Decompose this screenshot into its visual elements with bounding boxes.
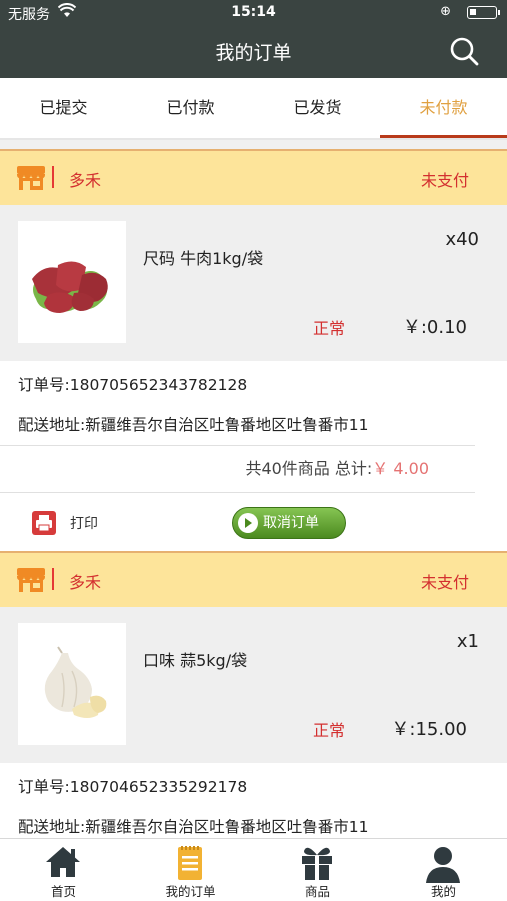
battery-icon xyxy=(467,6,500,19)
search-icon[interactable] xyxy=(449,36,479,66)
print-label[interactable]: 打印 xyxy=(70,513,98,533)
store-icon xyxy=(17,568,45,592)
order-card: 多禾 未支付 口味 蒜5kg/袋 x1 正常 ￥:15.00 订单号:18070… xyxy=(0,551,507,847)
cancel-order-button[interactable]: 取消订单 xyxy=(232,507,346,539)
arrow-right-icon xyxy=(238,513,258,533)
total-amount: ￥ 4.00 xyxy=(372,459,429,478)
order-status-tabs: 已提交 已付款 已发货 未付款 xyxy=(0,78,507,140)
beef-product-image xyxy=(18,221,126,343)
tab-submitted[interactable]: 已提交 xyxy=(0,78,127,136)
order-number: 订单号:180704652335292178 xyxy=(18,778,248,796)
order-item[interactable]: 尺码 牛肉1kg/袋 x40 正常 ￥:0.10 xyxy=(0,205,507,361)
bottom-tab-label: 我的 xyxy=(430,884,456,899)
order-info: 订单号:180705652343782128 配送地址:新疆维吾尔自治区吐鲁番地… xyxy=(0,361,507,553)
page-title: 我的订单 xyxy=(215,42,292,64)
orientation-lock-icon: ⊕ xyxy=(440,4,451,19)
tab-shipped[interactable]: 已发货 xyxy=(254,78,381,136)
cancel-order-label: 取消订单 xyxy=(263,515,319,531)
orders-icon xyxy=(178,846,202,880)
unit-price: ￥:15.00 xyxy=(391,719,467,740)
order-info: 订单号:180704652335292178 配送地址:新疆维吾尔自治区吐鲁番地… xyxy=(0,763,507,847)
order-total: 共40件商品 总计:￥ 4.00 xyxy=(0,445,475,493)
item-state: 正常 xyxy=(313,721,346,740)
bottom-tab-label: 首页 xyxy=(50,884,76,899)
product-spec: 尺码 牛肉1kg/袋 xyxy=(143,249,264,268)
store-bar: 多禾 未支付 xyxy=(0,149,507,205)
bottom-tab-home[interactable]: 首页 xyxy=(0,839,127,901)
product-spec: 口味 蒜5kg/袋 xyxy=(143,651,248,670)
pay-status: 未支付 xyxy=(420,171,469,190)
quantity: x40 xyxy=(445,229,479,250)
bottom-tab-orders[interactable]: 我的订单 xyxy=(127,839,254,901)
order-number: 订单号:180705652343782128 xyxy=(18,376,248,394)
store-icon xyxy=(17,166,45,190)
printer-icon[interactable] xyxy=(32,511,56,535)
bottom-tab-products[interactable]: 商品 xyxy=(254,839,381,901)
delivery-address: 配送地址:新疆维吾尔自治区吐鲁番地区吐鲁番市11 xyxy=(18,416,369,434)
unit-price: ￥:0.10 xyxy=(402,317,467,338)
bottom-tab-me[interactable]: 我的 xyxy=(380,839,507,901)
bottom-tab-label: 我的订单 xyxy=(165,884,216,899)
store-divider xyxy=(52,166,54,188)
bottom-tab-bar: 首页 我的订单 商品 我的 xyxy=(0,838,507,901)
clock: 15:14 xyxy=(231,4,276,20)
user-icon xyxy=(426,847,460,883)
store-divider xyxy=(52,568,54,590)
nav-bar: 我的订单 xyxy=(0,26,507,78)
garlic-product-image xyxy=(18,623,126,745)
item-state: 正常 xyxy=(313,319,346,338)
store-name[interactable]: 多禾 xyxy=(69,167,101,191)
total-label: 共40件商品 总计: xyxy=(245,459,373,478)
tab-unpaid[interactable]: 未付款 xyxy=(380,78,507,138)
bottom-tab-label: 商品 xyxy=(304,884,330,899)
store-name[interactable]: 多禾 xyxy=(69,569,101,593)
gift-icon xyxy=(302,847,332,880)
order-actions: 打印 取消订单 xyxy=(0,493,507,553)
pay-status: 未支付 xyxy=(420,573,469,592)
tab-paid[interactable]: 已付款 xyxy=(127,78,254,136)
store-bar: 多禾 未支付 xyxy=(0,551,507,607)
status-bar: 无服务 15:14 ⊕ xyxy=(0,0,507,26)
home-icon xyxy=(46,847,80,877)
order-item[interactable]: 口味 蒜5kg/袋 x1 正常 ￥:15.00 xyxy=(0,607,507,763)
quantity: x1 xyxy=(456,631,479,652)
order-card: 多禾 未支付 尺码 牛肉1kg/袋 x40 正常 ￥:0.10 订单号:1807… xyxy=(0,149,507,553)
